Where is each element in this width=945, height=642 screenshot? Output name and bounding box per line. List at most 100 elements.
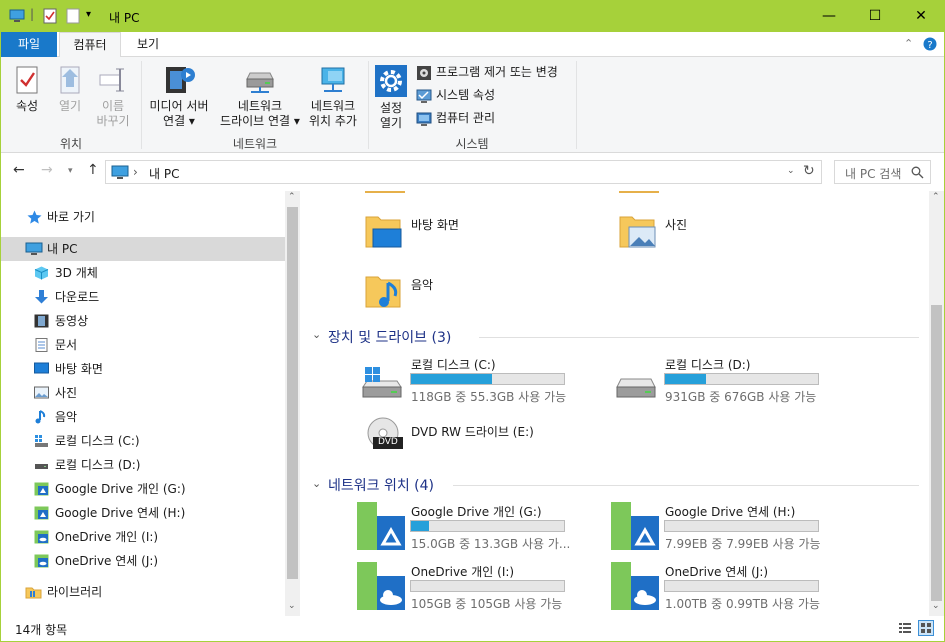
content-scrollbar[interactable]: ⌃ ⌄ xyxy=(929,191,944,616)
section-divider xyxy=(453,485,919,486)
title-bar: | ▾ 내 PC — ☐ ✕ xyxy=(1,1,944,32)
cube-icon xyxy=(34,266,49,280)
help-icon[interactable]: ? xyxy=(923,37,937,51)
up-arrow-icon[interactable]: ↑ xyxy=(87,162,99,178)
scroll-up-icon[interactable]: ⌃ xyxy=(288,192,296,202)
sidebar-item-quick-access[interactable]: 바로 가기 xyxy=(1,205,285,229)
open-settings-button[interactable]: 설정 열기 xyxy=(371,65,411,131)
media-server-button[interactable]: 미디어 서버 연결 ▾ xyxy=(145,65,213,129)
scroll-up-icon[interactable]: ⌃ xyxy=(932,192,940,202)
sidebar-item-music[interactable]: 음악 xyxy=(1,405,285,429)
sidebar-item-libraries[interactable]: 라이브러리 xyxy=(1,580,285,604)
onedrive-icon xyxy=(34,554,49,568)
tab-view[interactable]: 보기 xyxy=(125,32,171,57)
computer-icon xyxy=(9,9,25,22)
hard-drive-icon xyxy=(616,378,656,398)
music-folder-icon xyxy=(365,276,401,308)
open-button[interactable]: 열기 xyxy=(53,65,87,114)
sidebar-item-3d-objects[interactable]: 3D 개체 xyxy=(1,261,285,285)
network-caption: 7.99EB 중 7.99EB 사용 가능 xyxy=(665,537,821,551)
sidebar-item-label: 문서 xyxy=(55,338,78,352)
content-pane: 바탕 화면 사진 음악 ⌄ 장치 및 드라이브 (3) 로컬 디스크 (C:) … xyxy=(301,191,929,616)
forward-arrow-icon[interactable]: → xyxy=(41,162,53,178)
sidebar-item-videos[interactable]: 동영상 xyxy=(1,309,285,333)
sidebar-scroll-thumb[interactable] xyxy=(287,207,298,579)
details-view-icon[interactable] xyxy=(898,621,912,635)
sidebar-item-onedrive-i[interactable]: OneDrive 개인 (I:) xyxy=(1,525,285,549)
dvd-drive-icon xyxy=(367,417,403,449)
collapse-ribbon-icon[interactable]: ⌃ xyxy=(904,37,913,50)
new-folder-qat-icon[interactable] xyxy=(65,8,81,24)
system-properties-button[interactable]: 시스템 속성 xyxy=(416,86,495,104)
drive-usage-fill xyxy=(411,374,493,384)
folder-partial xyxy=(619,191,659,193)
back-arrow-icon[interactable]: ← xyxy=(13,162,25,178)
uninstall-program-label: 프로그램 제거 또는 변경 xyxy=(436,65,558,79)
network-name: OneDrive 연세 (J:) xyxy=(665,565,769,579)
network-caption: 1.00TB 중 0.99TB 사용 가능 xyxy=(665,597,821,611)
group-label-location: 위치 xyxy=(59,137,83,151)
star-icon xyxy=(27,210,42,224)
map-drive-label-1: 네트워크 xyxy=(237,99,283,113)
dvd-logo: DVD xyxy=(378,437,398,447)
network-usage-bar xyxy=(664,520,819,532)
sidebar-item-documents[interactable]: 문서 xyxy=(1,333,285,357)
network-usage-bar xyxy=(410,520,565,532)
network-usage-bar xyxy=(664,580,819,592)
search-input[interactable]: 내 PC 검색 xyxy=(834,160,931,184)
drive-caption: 118GB 중 55.3GB 사용 가능 xyxy=(411,390,567,404)
onedrive-icon xyxy=(357,562,405,610)
sidebar-item-label: 다운로드 xyxy=(55,290,100,304)
content-scroll-thumb[interactable] xyxy=(931,305,942,601)
open-settings-label-1: 설정 xyxy=(379,101,403,115)
sidebar-item-this-pc[interactable]: 내 PC xyxy=(1,237,285,261)
computer-management-button[interactable]: 컴퓨터 관리 xyxy=(416,109,495,127)
close-button[interactable]: ✕ xyxy=(898,1,944,32)
sidebar-item-onedrive-j[interactable]: OneDrive 연세 (J:) xyxy=(1,549,285,573)
scroll-down-icon[interactable]: ⌄ xyxy=(288,601,296,611)
large-icons-view-icon[interactable] xyxy=(918,620,934,636)
qat-dropdown-icon[interactable]: ▾ xyxy=(86,9,91,20)
system-properties-label: 시스템 속성 xyxy=(436,88,496,102)
drive-name: DVD RW 드라이브 (E:) xyxy=(411,425,534,439)
onedrive-icon xyxy=(611,562,659,610)
refresh-icon[interactable]: ↻ xyxy=(803,163,815,179)
section-header-devices[interactable]: 장치 및 드라이브 (3) xyxy=(328,327,451,347)
sidebar-item-google-drive-g[interactable]: Google Drive 개인 (G:) xyxy=(1,477,285,501)
desktop-icon xyxy=(34,362,49,374)
sidebar-item-local-disk-d[interactable]: 로컬 디스크 (D:) xyxy=(1,453,285,477)
sidebar-scrollbar[interactable]: ⌃ ⌄ xyxy=(285,191,300,616)
recent-locations-icon[interactable]: ▾ xyxy=(68,166,73,176)
address-path[interactable]: 내 PC xyxy=(149,165,179,182)
sidebar-item-local-disk-c[interactable]: 로컬 디스크 (C:) xyxy=(1,429,285,453)
section-collapse-icon[interactable]: ⌄ xyxy=(312,328,321,341)
properties-qat-icon[interactable] xyxy=(42,8,58,24)
sidebar-item-pictures[interactable]: 사진 xyxy=(1,381,285,405)
breadcrumb-chevron-icon[interactable]: › xyxy=(133,165,138,179)
uninstall-program-button[interactable]: 프로그램 제거 또는 변경 xyxy=(416,63,558,81)
onedrive-icon xyxy=(34,530,49,544)
section-collapse-icon[interactable]: ⌄ xyxy=(312,477,321,490)
sidebar-item-label: 로컬 디스크 (C:) xyxy=(55,434,140,448)
properties-icon xyxy=(16,66,38,94)
open-settings-label-2: 열기 xyxy=(379,116,403,130)
media-server-label-2: 연결 ▾ xyxy=(163,114,195,128)
minimize-button[interactable]: — xyxy=(806,1,852,32)
folder-partial xyxy=(365,191,405,193)
sidebar-item-label: 음악 xyxy=(55,410,78,424)
properties-button[interactable]: 속성 xyxy=(9,65,45,114)
add-network-location-button[interactable]: 네트워크 위치 추가 xyxy=(305,65,361,129)
drive-name: 로컬 디스크 (C:) xyxy=(411,358,496,372)
tab-computer[interactable]: 컴퓨터 xyxy=(59,32,121,58)
sidebar-item-desktop[interactable]: 바탕 화면 xyxy=(1,357,285,381)
tab-file[interactable]: 파일 xyxy=(1,32,57,57)
map-drive-button[interactable]: 네트워크 드라이브 연결 ▾ xyxy=(215,65,305,129)
section-header-network[interactable]: 네트워크 위치 (4) xyxy=(328,475,434,495)
maximize-button[interactable]: ☐ xyxy=(852,1,898,32)
scroll-down-icon[interactable]: ⌄ xyxy=(932,601,940,611)
sidebar-item-downloads[interactable]: 다운로드 xyxy=(1,285,285,309)
sidebar-item-google-drive-h[interactable]: Google Drive 연세 (H:) xyxy=(1,501,285,525)
address-bar[interactable]: › 내 PC ⌄ ↻ xyxy=(105,160,822,184)
address-dropdown-icon[interactable]: ⌄ xyxy=(787,166,795,176)
rename-button[interactable]: 이름 바꾸기 xyxy=(91,65,135,129)
